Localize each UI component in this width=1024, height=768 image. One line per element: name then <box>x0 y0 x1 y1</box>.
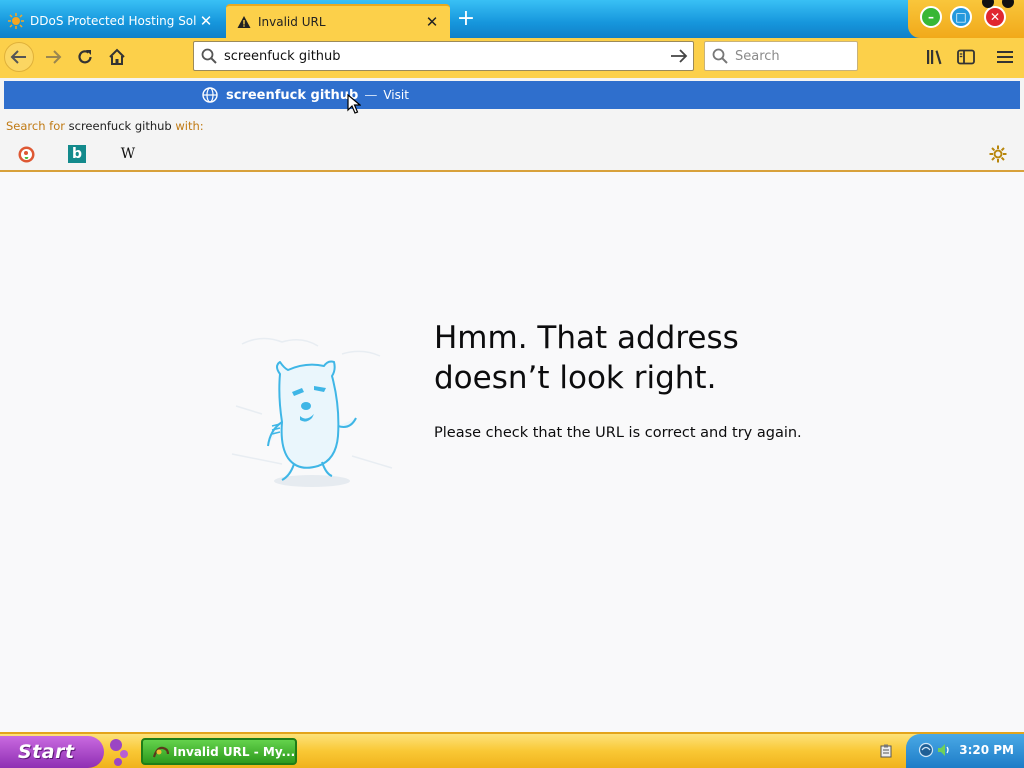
search-input[interactable] <box>735 48 845 64</box>
library-button[interactable] <box>920 42 950 72</box>
url-input[interactable] <box>224 43 665 69</box>
suggestion-separator: — <box>364 87 378 103</box>
tab-label: Invalid URL <box>258 15 326 29</box>
search-icon <box>705 48 735 64</box>
search-icon <box>194 48 224 64</box>
error-title: Hmm. That address doesn’t look right. <box>434 320 739 396</box>
warning-icon <box>236 14 252 30</box>
search-with-suffix: with: <box>175 119 204 133</box>
search-with-prefix: Search for <box>6 119 65 133</box>
volume-tray-icon[interactable] <box>936 742 952 758</box>
taskbar-window-label: Invalid URL - My... <box>173 744 296 759</box>
sun-favicon-icon <box>8 13 24 29</box>
suggestion-row[interactable]: screenfuck github — Visit <box>4 81 1020 109</box>
new-tab-button[interactable]: + <box>455 6 477 32</box>
tab-close-icon[interactable]: ✕ <box>196 12 216 30</box>
hamburger-menu-icon <box>997 51 1013 63</box>
error-description: Please check that the URL is correct and… <box>434 425 802 441</box>
suggestion-action-label: Visit <box>383 88 409 102</box>
sidebar-button[interactable] <box>951 42 981 72</box>
tab-invalid-url[interactable]: Invalid URL ✕ <box>226 4 450 38</box>
window-controls: – □ ✕ <box>908 0 1024 38</box>
tab-strip: DDoS Protected Hosting Solu ✕ Invalid UR… <box>0 0 1024 38</box>
home-icon <box>109 48 125 65</box>
search-settings-gear-icon[interactable] <box>989 145 1007 163</box>
app-window-icon <box>153 746 169 757</box>
tab-close-icon[interactable]: ✕ <box>422 13 442 31</box>
reload-button[interactable] <box>70 42 100 72</box>
go-arrow-icon[interactable] <box>665 48 693 64</box>
close-window-button[interactable]: ✕ <box>984 6 1006 28</box>
bubbles-decoration-icon <box>110 739 128 766</box>
network-tray-icon[interactable] <box>918 742 934 758</box>
start-button[interactable]: Start <box>0 736 104 768</box>
navigation-toolbar <box>0 38 1024 78</box>
clock: 3:20 PM <box>959 743 1014 757</box>
reload-icon <box>78 50 92 64</box>
arrow-right-icon <box>46 50 62 64</box>
arrow-left-icon <box>10 50 26 64</box>
start-label: Start <box>18 741 75 763</box>
tab-ddos-hosting[interactable]: DDoS Protected Hosting Solu ✕ <box>0 4 224 38</box>
maximize-button[interactable]: □ <box>950 6 972 28</box>
url-suggestions-dropdown: screenfuck github — Visit Search for scr… <box>0 78 1024 172</box>
sidebar-icon <box>957 49 975 65</box>
taskbar: Start Invalid URL - My... 3:20 PM <box>0 732 1024 768</box>
search-with-label: Search for screenfuck github with: <box>6 119 204 133</box>
globe-icon <box>202 87 218 103</box>
home-button[interactable] <box>102 42 132 72</box>
minimize-button[interactable]: – <box>920 6 942 28</box>
error-illustration <box>222 326 402 496</box>
back-button[interactable] <box>4 42 34 72</box>
library-icon <box>927 50 942 65</box>
search-bar[interactable] <box>704 41 858 71</box>
forward-button[interactable] <box>38 42 68 72</box>
search-with-query: screenfuck github <box>68 119 172 133</box>
bing-icon[interactable]: b <box>68 145 86 163</box>
system-tray: 3:20 PM <box>906 734 1024 768</box>
wikipedia-icon[interactable]: W <box>119 145 137 163</box>
duckduckgo-icon[interactable] <box>17 145 35 163</box>
tab-label: DDoS Protected Hosting Solu <box>30 14 196 28</box>
menu-button[interactable] <box>990 42 1020 72</box>
taskbar-window-button[interactable]: Invalid URL - My... <box>141 738 297 765</box>
url-bar[interactable] <box>193 41 694 71</box>
mouse-cursor-icon <box>347 94 361 114</box>
ear-decoration <box>1002 0 1014 8</box>
suggestion-text: screenfuck github <box>226 87 359 103</box>
clipboard-tray-icon[interactable] <box>880 744 892 758</box>
